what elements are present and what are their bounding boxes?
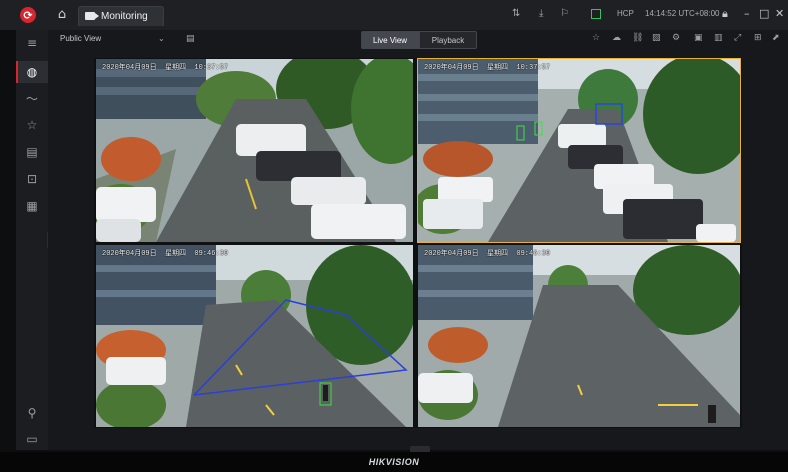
app-logo-icon: ⟳: [20, 7, 36, 23]
camera-tile[interactable]: 2020年04月09日 星期四 10:37:57: [96, 59, 413, 242]
star-icon[interactable]: ☆: [16, 114, 48, 136]
camera-tile[interactable]: 2020年04月09日 星期四 09:46:30: [96, 245, 413, 427]
title-bar: ⟳ ⌂ Monitoring ⇅ ⤓ ⚐ HCP 14:14:52 UTC+08…: [0, 0, 788, 30]
camera-icon: [85, 12, 99, 20]
view-selector[interactable]: Public View: [60, 34, 101, 43]
close-button[interactable]: ✕: [775, 7, 784, 20]
arrows-icon[interactable]: ⇅: [512, 8, 520, 19]
camera-tile[interactable]: 2020年04月09日 星期四 10:37:57: [417, 58, 741, 243]
alarm-icon[interactable]: ⚐: [560, 8, 569, 19]
status-ok-icon: [591, 9, 601, 19]
maximize-button[interactable]: □: [759, 7, 769, 20]
camera-timestamp: 2020年04月09日 星期四 10:37:57: [424, 64, 551, 72]
list-icon[interactable]: ▤: [16, 141, 48, 163]
hcp-label: HCP: [617, 9, 634, 18]
layout-list-icon[interactable]: ▤: [186, 34, 195, 44]
playback-tab[interactable]: Playback: [419, 31, 477, 49]
camera-tile[interactable]: 2020年04月09日 星期四 09:46:30: [418, 245, 740, 427]
cloud-icon[interactable]: ☁: [612, 33, 621, 43]
grid-layout-icon[interactable]: ⊞: [754, 33, 762, 43]
link-icon[interactable]: ⛓: [632, 33, 643, 43]
minimize-button[interactable]: –: [744, 7, 750, 20]
menu-icon[interactable]: ≡: [16, 32, 48, 54]
camera-timestamp: 2020年04月09日 星期四 09:46:30: [424, 250, 551, 258]
brand-logo: HIKVISION: [368, 457, 420, 467]
download-icon[interactable]: ⤓: [539, 8, 543, 19]
view-toolbar: Public View ⌄ ▤ Live View Playback ☆ ☁ ⛓…: [48, 30, 788, 49]
folder-icon[interactable]: ▭: [16, 428, 48, 450]
camera-grid: 2020年04月09日 星期四 10:37:57 2020年04月09日 星期四…: [94, 58, 742, 428]
favorite-icon[interactable]: ☆: [592, 33, 600, 43]
pulse-icon[interactable]: 〜: [16, 87, 48, 109]
tab-label: Monitoring: [101, 11, 148, 22]
window-icon[interactable]: ▣: [694, 33, 703, 43]
lock-icon[interactable]: 🔒︎: [722, 7, 728, 21]
person-icon[interactable]: ⊡: [16, 168, 48, 190]
layout-icon[interactable]: ▥: [714, 33, 723, 43]
doc-icon[interactable]: ▧: [652, 33, 661, 43]
fullscreen-icon[interactable]: ⤢: [734, 33, 741, 43]
user-icon[interactable]: ⚲: [16, 402, 48, 424]
home-icon[interactable]: ⌂: [54, 8, 70, 22]
camera-timestamp: 2020年04月09日 星期四 10:37:57: [102, 64, 229, 72]
clock-readout: 14:14:52 UTC+08:00: [645, 9, 720, 18]
tab-monitoring[interactable]: Monitoring: [78, 6, 164, 26]
grid-icon[interactable]: ▦: [16, 195, 48, 217]
popout-icon[interactable]: ⬈: [772, 33, 780, 43]
camera-timestamp: 2020年04月09日 星期四 09:46:30: [102, 250, 229, 258]
globe-icon[interactable]: ◍: [16, 61, 48, 83]
settings-icon[interactable]: ⚙: [672, 33, 680, 43]
chevron-down-icon[interactable]: ⌄: [158, 34, 165, 43]
live-view-tab[interactable]: Live View: [361, 31, 419, 49]
left-sidebar: ≡ ◍ 〜 ☆ ▤ ⊡ ▦ ⚲ ▭: [16, 30, 48, 450]
